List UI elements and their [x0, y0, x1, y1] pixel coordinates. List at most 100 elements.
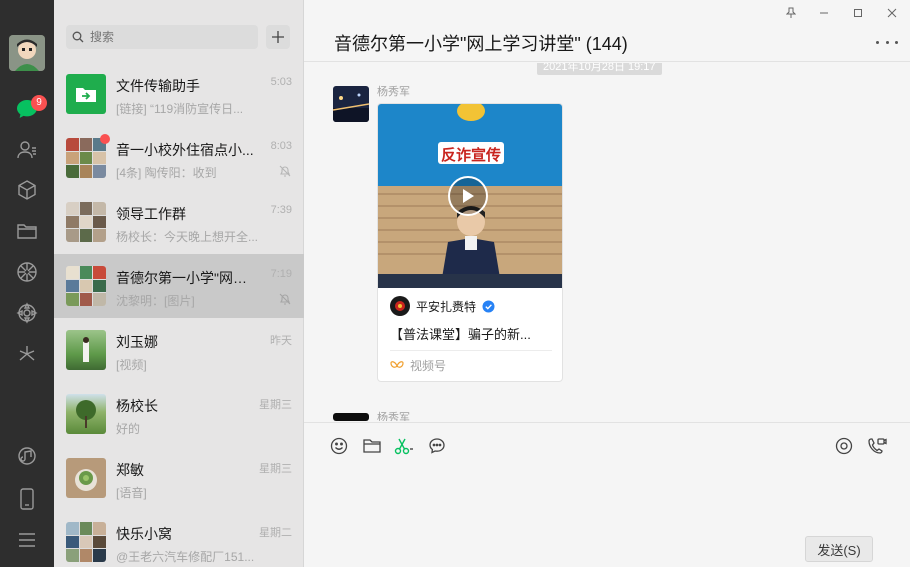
conversation-name: 音德尔第一小学"网上... — [116, 270, 258, 286]
video-description: 【普法课堂】骗子的新... — [390, 327, 531, 342]
conversation-principal-yang[interactable]: 杨校长 星期三 好的 — [54, 382, 304, 446]
plus-icon — [272, 31, 284, 43]
send-button[interactable]: 发送(S) — [805, 536, 873, 562]
message-composer: 发送(S) — [304, 422, 910, 567]
night-bridge-photo — [333, 86, 369, 122]
conversation-zheng-min[interactable]: 郑敏 星期三 [语音] — [54, 446, 304, 510]
conversation-leaders-group[interactable]: 领导工作群 7:39 杨校长：今天晚上想开全... — [54, 190, 304, 254]
close-icon[interactable] — [880, 4, 904, 22]
sender-name: 杨秀军 — [377, 412, 410, 421]
minimize-icon[interactable] — [812, 4, 836, 22]
mute-bell-icon — [279, 165, 291, 177]
card-source-label: 视频号 — [410, 359, 447, 373]
screenshot-scissors-icon[interactable] — [393, 435, 415, 457]
sender-avatar[interactable] — [333, 86, 369, 122]
sender-name: 杨秀军 — [377, 86, 410, 98]
nav-rail: 9 — [0, 0, 54, 567]
conversation-online-classroom[interactable]: 音德尔第一小学"网上... 7:19 沈黎明：[图片] — [54, 254, 304, 318]
conversation-time: 8:03 — [270, 140, 292, 152]
conversation-name: 音一小校外住宿点小... — [116, 142, 254, 158]
menu-icon[interactable] — [14, 527, 40, 553]
video-banner-text: 反诈宣传 — [440, 147, 501, 164]
conversation-preview: 好的 — [116, 422, 141, 436]
sender-avatar[interactable] — [333, 413, 369, 421]
search-input[interactable] — [90, 30, 250, 44]
video-call-icon[interactable] — [866, 435, 888, 457]
search-box[interactable] — [66, 25, 258, 49]
conversation-name: 文件传输助手 — [116, 78, 200, 94]
pin-icon[interactable] — [779, 4, 803, 22]
more-options-icon[interactable] — [876, 36, 898, 48]
chat-window: 音德尔第一小学"网上学习讲堂" (144) 2021年10月28日 19:17 … — [304, 0, 910, 567]
succulent-photo — [75, 469, 97, 491]
conversation-preview: [语音] — [116, 486, 147, 500]
mini-programs-icon[interactable] — [14, 341, 40, 367]
conversation-file-transfer[interactable]: 文件传输助手 5:03 [链接] “119消防宣传日... — [54, 62, 304, 126]
moments-icon[interactable] — [14, 259, 40, 285]
group-avatar — [66, 522, 106, 562]
person-photo — [83, 337, 89, 362]
verified-icon — [482, 300, 495, 312]
conversation-time: 星期三 — [259, 399, 292, 411]
conversation-time: 昨天 — [270, 335, 292, 347]
conversation-liu-yuna[interactable]: 刘玉娜 昨天 [视频] — [54, 318, 304, 382]
conversation-group-dorm[interactable]: 音一小校外住宿点小... 8:03 [4条] 陶传阳：收到 — [54, 126, 304, 190]
conversation-preview: [4条] 陶传阳：收到 — [116, 166, 217, 180]
contact-avatar — [66, 330, 106, 370]
message-area: 2021年10月28日 19:17 杨秀军 反诈宣传 平安扎赉特 【普法课堂】骗… — [304, 63, 910, 421]
channel-logo-icon — [390, 296, 410, 316]
play-icon[interactable] — [448, 176, 488, 216]
conversation-preview: [链接] “119消防宣传日... — [116, 102, 244, 116]
conversation-time: 7:19 — [270, 268, 292, 280]
chat-title: 音德尔第一小学"网上学习讲堂" (144) — [334, 34, 628, 54]
channels-icon[interactable] — [14, 300, 40, 326]
tree-photo — [76, 400, 96, 428]
conversation-time: 星期二 — [259, 527, 292, 539]
favorites-cube-icon[interactable] — [14, 177, 40, 203]
conversation-happy-nest[interactable]: 快乐小窝 星期二 @王老六汽车修配厂151... — [54, 510, 304, 567]
channels-butterfly-icon — [390, 360, 404, 368]
contact-avatar — [66, 394, 106, 434]
conversation-preview: 杨校长：今天晚上想开全... — [116, 230, 259, 244]
chat-history-icon[interactable] — [426, 435, 448, 457]
conversation-preview: [视频] — [116, 358, 147, 372]
search-icon — [66, 25, 90, 49]
conversation-name: 快乐小窝 — [116, 526, 172, 542]
maximize-icon[interactable] — [846, 4, 870, 22]
channel-name: 平安扎赉特 — [416, 299, 477, 314]
conversation-time: 7:39 — [270, 204, 292, 216]
conversation-list: 文件传输助手 5:03 [链接] “119消防宣传日... 音一小校外住宿点小.… — [54, 62, 304, 567]
live-stream-icon[interactable] — [833, 435, 855, 457]
card-divider — [390, 350, 552, 351]
conversation-name: 杨校长 — [116, 398, 158, 414]
folder-arrow-icon — [76, 88, 96, 102]
avatar-illustration — [9, 35, 45, 71]
file-folder-icon[interactable] — [361, 435, 383, 457]
conversation-name: 刘玉娜 — [116, 334, 158, 350]
phone-icon[interactable] — [14, 486, 40, 512]
file-transfer-avatar — [66, 74, 106, 114]
channel-row: 平安扎赉特 — [390, 296, 495, 316]
conversation-preview: 沈黎明：[图片] — [116, 294, 195, 308]
emoji-icon[interactable] — [328, 435, 350, 457]
my-avatar[interactable] — [9, 35, 45, 71]
group-avatar — [66, 138, 106, 178]
unread-dot — [100, 134, 110, 144]
conversation-preview: @王老六汽车修配厂151... — [116, 550, 255, 564]
group-avatar — [66, 266, 106, 306]
contacts-icon[interactable] — [14, 137, 40, 163]
music-link-icon[interactable] — [14, 443, 40, 469]
conversation-name: 郑敏 — [116, 462, 144, 478]
conversation-name: 领导工作群 — [116, 206, 186, 222]
add-chat-button[interactable] — [266, 25, 290, 49]
message-timestamp: 2021年10月28日 19:17 — [537, 63, 662, 75]
conversation-time: 5:03 — [270, 76, 292, 88]
unread-badge: 9 — [31, 95, 47, 111]
video-thumbnail: 反诈宣传 — [378, 104, 562, 288]
folder-icon[interactable] — [14, 218, 40, 244]
card-footer: 视频号 — [390, 357, 446, 374]
chat-header: 音德尔第一小学"网上学习讲堂" (144) — [304, 0, 910, 62]
channels-video-card[interactable]: 反诈宣传 平安扎赉特 【普法课堂】骗子的新... 视频号 — [377, 103, 563, 382]
group-avatar — [66, 202, 106, 242]
chat-list-panel: 文件传输助手 5:03 [链接] “119消防宣传日... 音一小校外住宿点小.… — [54, 0, 304, 567]
